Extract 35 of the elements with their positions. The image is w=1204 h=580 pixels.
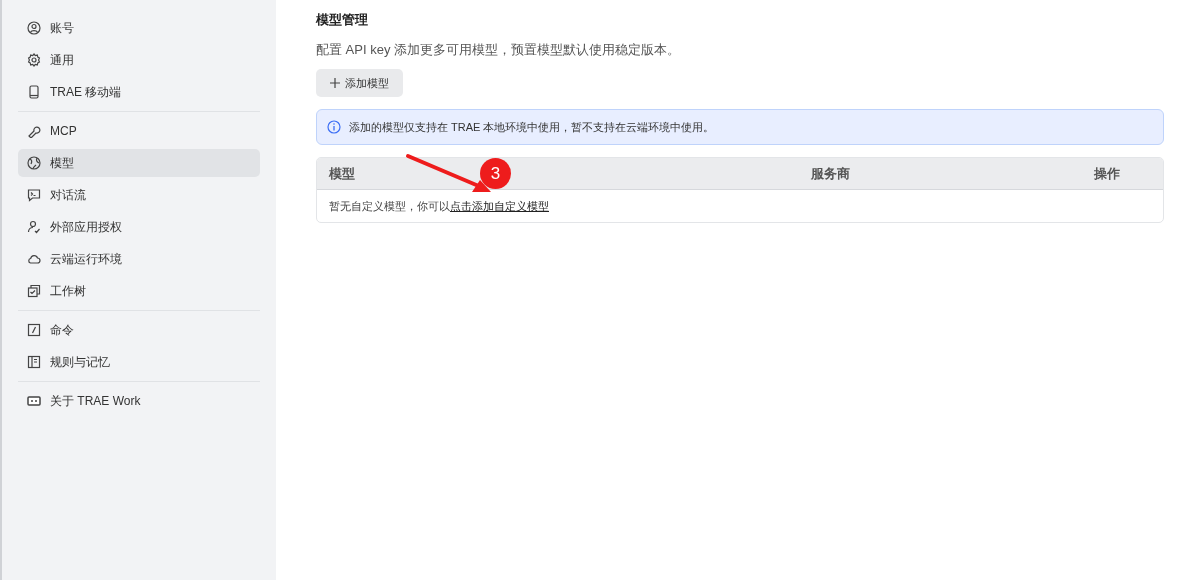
- empty-message: 暂无自定义模型，你可以点击添加自定义模型: [329, 198, 549, 214]
- sidebar-item[interactable]: 云端运行环境: [18, 245, 260, 273]
- sidebar-item[interactable]: 模型: [18, 149, 260, 177]
- cloud-icon: [27, 252, 41, 266]
- sidebar-item[interactable]: 命令: [18, 316, 260, 344]
- globe-icon: [27, 156, 41, 170]
- add-custom-model-link[interactable]: 点击添加自定义模型: [450, 199, 549, 212]
- section-title: 模型管理: [316, 12, 369, 28]
- sidebar-item[interactable]: TRAE 移动端: [18, 78, 260, 106]
- person-check-icon: [27, 220, 41, 234]
- sidebar-item[interactable]: 规则与记忆: [18, 348, 260, 376]
- sidebar-item[interactable]: 工作树: [18, 277, 260, 305]
- plus-icon: [330, 78, 340, 89]
- column-header: 模型: [329, 165, 355, 181]
- settings-icon: [27, 53, 41, 67]
- add-model-button[interactable]: 添加模型: [316, 69, 403, 98]
- sidebar-item[interactable]: 通用: [18, 46, 260, 74]
- book-icon: [27, 355, 41, 369]
- chat-terminal-icon: [27, 188, 41, 202]
- info-icon: [327, 120, 341, 135]
- phone-icon: [27, 85, 41, 99]
- column-header: 服务商: [811, 165, 850, 181]
- sidebar-item[interactable]: MCP: [18, 117, 260, 145]
- sidebar-item[interactable]: 账号: [18, 14, 260, 42]
- info-text: 添加的模型仅支持在 TRAE 本地环境中使用，暂不支持在云端环境中使用。: [349, 119, 715, 135]
- column-header: 操作: [1094, 165, 1120, 181]
- description-text: 配置 API key 添加更多可用模型，预置模型默认使用稳定版本。: [316, 40, 682, 59]
- slash-square-icon: [27, 323, 41, 337]
- window-check-icon: [27, 284, 41, 298]
- person-circle-icon: [27, 21, 41, 35]
- wrench-icon: [27, 124, 41, 138]
- sidebar-item[interactable]: 外部应用授权: [18, 213, 260, 241]
- card-icon: [27, 394, 41, 408]
- sidebar-item[interactable]: 对话流: [18, 181, 260, 209]
- sidebar-item[interactable]: 关于 TRAE Work: [18, 387, 260, 415]
